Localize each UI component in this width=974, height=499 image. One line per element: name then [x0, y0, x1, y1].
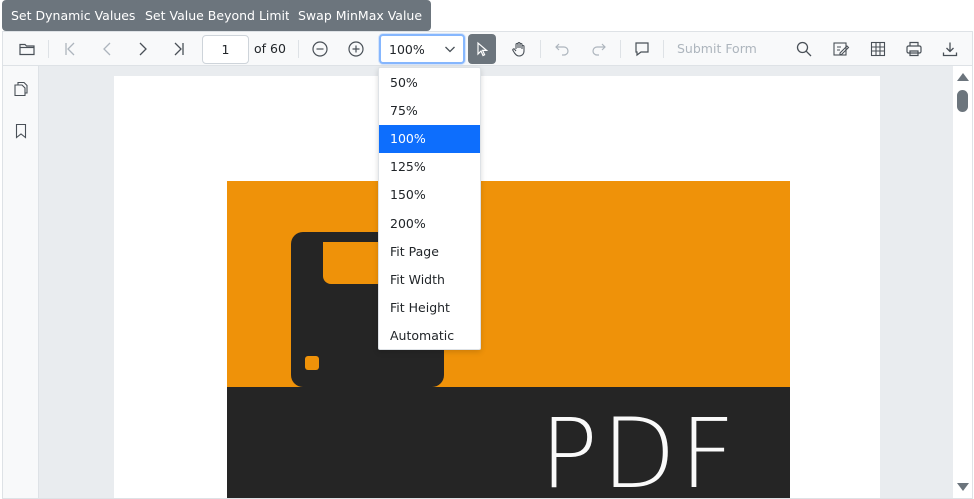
zoom-option-125[interactable]: 125%	[379, 153, 480, 181]
document-canvas[interactable]: PDF	[39, 66, 953, 498]
zoom-option-200[interactable]: 200%	[379, 210, 480, 238]
scrollbar-thumb[interactable]	[957, 90, 968, 112]
comment-icon[interactable]	[633, 40, 651, 58]
pan-hand-icon[interactable]	[510, 40, 528, 58]
zoom-option-50[interactable]: 50%	[379, 69, 480, 97]
pdf-page: PDF	[114, 76, 880, 498]
zoom-value: 100%	[389, 42, 425, 57]
set-dynamic-values-button[interactable]: Set Dynamic Values	[2, 0, 145, 31]
chevron-down-icon	[445, 46, 455, 53]
zoom-option-fit-page[interactable]: Fit Page	[379, 238, 480, 266]
page-number-input[interactable]: 1	[202, 35, 249, 64]
previous-page-icon[interactable]	[98, 40, 116, 58]
bookmark-icon[interactable]	[12, 122, 30, 140]
next-page-icon[interactable]	[134, 40, 152, 58]
viewer-toolbar: 1 of 60 100% Submit Form	[3, 32, 972, 66]
zoom-select[interactable]: 100%	[379, 34, 465, 64]
cover-title: PDF	[540, 398, 740, 498]
redo-icon[interactable]	[590, 40, 608, 58]
toolbar-divider	[540, 40, 541, 58]
print-icon[interactable]	[905, 40, 923, 58]
last-page-icon[interactable]	[170, 40, 188, 58]
swap-minmax-value-button[interactable]: Swap MinMax Value	[289, 0, 432, 31]
page-thumbnails-icon[interactable]	[12, 80, 30, 98]
zoom-dropdown-list: 50% 75% 100% 125% 150% 200% Fit Page Fit…	[378, 67, 481, 350]
folder-open-icon[interactable]	[18, 40, 36, 58]
first-page-icon[interactable]	[61, 40, 79, 58]
scroll-down-arrow-icon[interactable]	[957, 483, 969, 491]
undo-icon[interactable]	[553, 40, 571, 58]
zoom-option-75[interactable]: 75%	[379, 97, 480, 125]
pdf-viewer: 1 of 60 100% Submit Form PDF	[2, 31, 973, 499]
vertical-scrollbar[interactable]	[953, 66, 972, 498]
zoom-option-100[interactable]: 100%	[379, 125, 480, 153]
download-icon[interactable]	[941, 40, 959, 58]
annotation-icon[interactable]	[832, 40, 850, 58]
zoom-in-icon[interactable]	[347, 40, 365, 58]
toolbar-divider	[298, 40, 299, 58]
text-select-icon	[477, 41, 489, 57]
submit-form-button[interactable]: Submit Form	[677, 41, 757, 56]
toolbar-divider	[48, 40, 49, 58]
navigation-pane	[3, 66, 39, 498]
zoom-option-fit-height[interactable]: Fit Height	[379, 294, 480, 322]
scroll-up-arrow-icon[interactable]	[957, 73, 969, 81]
text-select-button[interactable]	[468, 34, 496, 64]
toolbar-divider	[620, 40, 621, 58]
zoom-out-icon[interactable]	[311, 40, 329, 58]
search-icon[interactable]	[795, 40, 813, 58]
set-value-beyond-limit-button[interactable]: Set Value Beyond Limit	[136, 0, 299, 31]
page-count-label: of 60	[254, 41, 286, 56]
toolbar-divider	[663, 40, 664, 58]
form-designer-icon[interactable]	[869, 40, 887, 58]
zoom-option-automatic[interactable]: Automatic	[379, 322, 480, 350]
zoom-option-150[interactable]: 150%	[379, 181, 480, 209]
floppy-dot	[305, 356, 319, 370]
zoom-option-fit-width[interactable]: Fit Width	[379, 266, 480, 294]
